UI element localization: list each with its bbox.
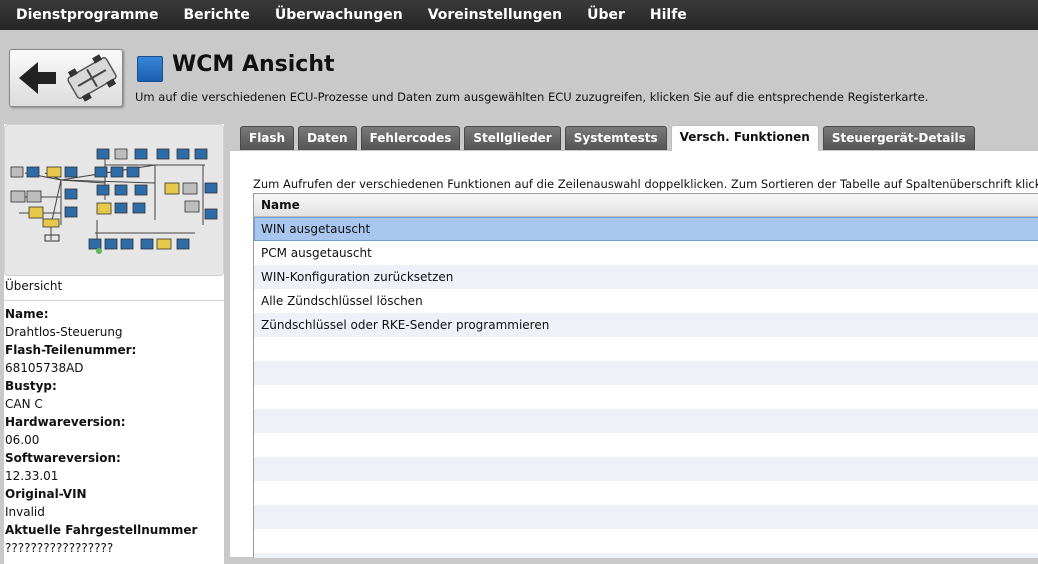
ecu-info-panel: Übersicht Name: Drahtlos-Steuerung Flash…	[4, 124, 224, 564]
info-value-original-vin: Invalid	[5, 505, 45, 519]
tab-systemtests[interactable]: Systemtests	[564, 126, 667, 150]
empty-table-row	[254, 505, 1038, 529]
empty-table-row	[254, 529, 1038, 553]
empty-table-row	[254, 409, 1038, 433]
empty-table-row	[254, 553, 1038, 558]
menu-ueberwachungen[interactable]: Überwachungen	[275, 7, 403, 23]
info-value-software-version: 12.33.01	[5, 469, 59, 483]
table-row[interactable]: Alle Zündschlüssel löschen	[254, 289, 1038, 313]
info-label-current-vin: Aktuelle Fahrgestellnummer	[5, 523, 198, 537]
tab-bar: Flash Daten Fehlercodes Stellglieder Sys…	[240, 125, 979, 151]
divider	[4, 300, 224, 301]
tab-versch-funktionen[interactable]: Versch. Funktionen	[670, 125, 819, 151]
column-header-name[interactable]: Name	[254, 194, 1038, 217]
network-topology-diagram[interactable]	[4, 124, 224, 276]
table-row[interactable]: Zündschlüssel oder RKE-Sender programmie…	[254, 313, 1038, 337]
overview-label: Übersicht	[5, 279, 63, 293]
info-value-hardware-version: 06.00	[5, 433, 40, 447]
menu-berichte[interactable]: Berichte	[184, 7, 250, 23]
tab-fehlercodes[interactable]: Fehlercodes	[360, 126, 461, 150]
table-row[interactable]: PCM ausgetauscht	[254, 241, 1038, 265]
page-subtitle: Um auf die verschiedenen ECU-Prozesse un…	[135, 90, 929, 104]
empty-table-row	[254, 385, 1038, 409]
empty-table-row	[254, 337, 1038, 361]
tab-daten[interactable]: Daten	[298, 126, 357, 150]
menu-bar: Dienstprogramme Berichte Überwachungen V…	[0, 0, 1038, 30]
empty-table-row	[254, 361, 1038, 385]
menu-dienstprogramme[interactable]: Dienstprogramme	[16, 7, 159, 23]
instructions-text: Zum Aufrufen der verschiedenen Funktione…	[253, 177, 1038, 191]
empty-table-row	[254, 481, 1038, 505]
functions-panel: Zum Aufrufen der verschiedenen Funktione…	[230, 151, 1038, 558]
ecu-info-list: Name: Drahtlos-Steuerung Flash-Teilenumm…	[5, 305, 223, 557]
back-arrow-vehicle-icon	[19, 54, 117, 102]
info-value-name: Drahtlos-Steuerung	[5, 325, 123, 339]
empty-table-row	[254, 433, 1038, 457]
empty-table-row	[254, 457, 1038, 481]
info-label-bus-type: Bustyp:	[5, 379, 57, 393]
info-label-original-vin: Original-VIN	[5, 487, 87, 501]
menu-hilfe[interactable]: Hilfe	[650, 7, 687, 23]
info-label-name: Name:	[5, 307, 49, 321]
info-value-bus-type: CAN C	[5, 397, 43, 411]
info-label-flash-part: Flash-Teilenummer:	[5, 343, 137, 357]
back-button[interactable]	[9, 49, 123, 107]
tab-stellglieder[interactable]: Stellglieder	[464, 126, 561, 150]
info-label-hardware-version: Hardwareversion:	[5, 415, 126, 429]
menu-voreinstellungen[interactable]: Voreinstellungen	[428, 7, 562, 23]
blue-square-icon	[137, 56, 163, 82]
menu-ueber[interactable]: Über	[587, 7, 625, 23]
info-label-software-version: Softwareversion:	[5, 451, 121, 465]
tab-flash[interactable]: Flash	[240, 126, 295, 150]
table-row[interactable]: WIN-Konfiguration zurücksetzen	[254, 265, 1038, 289]
network-topology-icon	[10, 148, 218, 254]
functions-table: Name WIN ausgetauscht PCM ausgetauscht W…	[253, 193, 1038, 558]
page-title: WCM Ansicht	[172, 52, 335, 77]
info-value-current-vin: ?????????????????	[5, 541, 114, 555]
table-row[interactable]: WIN ausgetauscht	[254, 217, 1038, 241]
info-value-flash-part: 68105738AD	[5, 361, 84, 375]
tab-steuergeraet-details[interactable]: Steuergerät-Details	[822, 126, 975, 150]
